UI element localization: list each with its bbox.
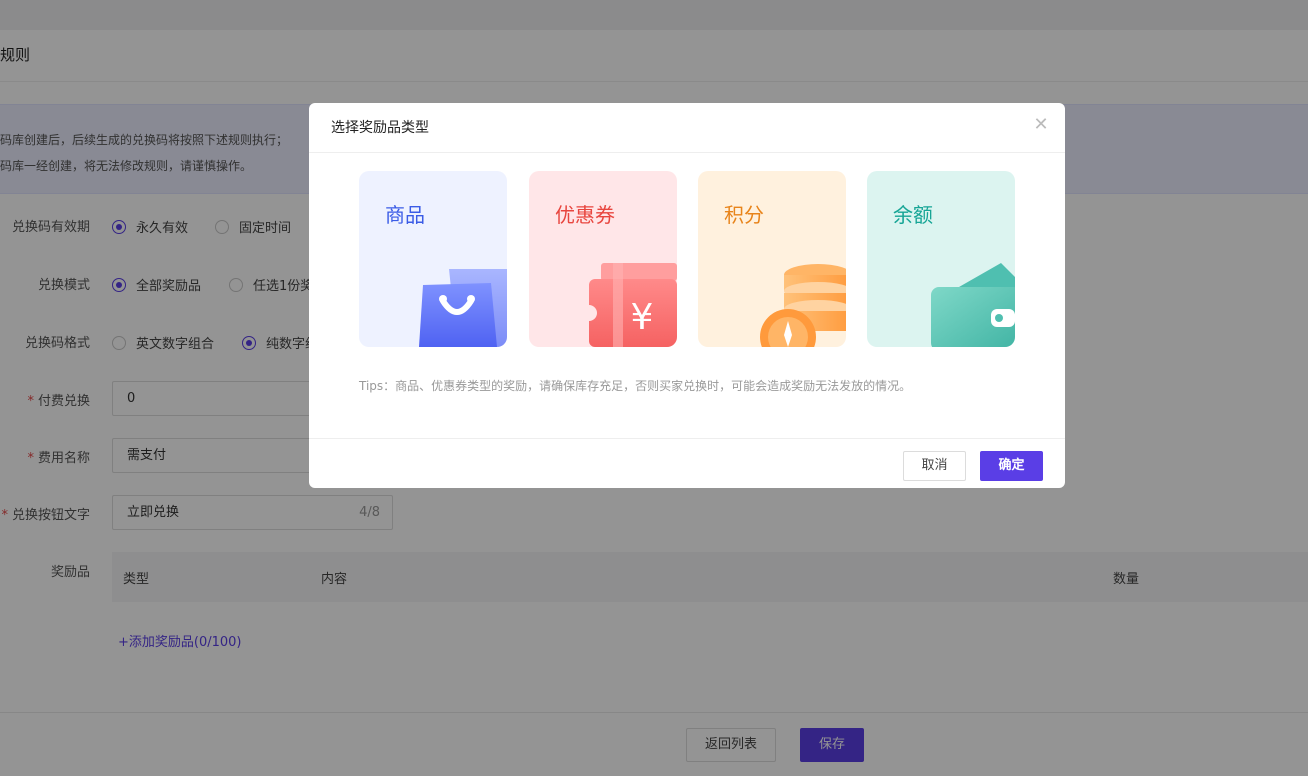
reward-type-label: 商品: [385, 203, 425, 227]
shopping-bag-icon: [419, 269, 507, 347]
svg-text:¥: ¥: [631, 297, 654, 338]
coins-icon: [760, 264, 846, 347]
reward-type-label: 积分: [724, 203, 764, 227]
reward-type-coupon[interactable]: 优惠券 ¥: [529, 171, 677, 347]
cancel-button[interactable]: 取消: [903, 451, 966, 481]
reward-type-product[interactable]: 商品: [359, 171, 507, 347]
reward-type-points[interactable]: 积分: [698, 171, 846, 347]
dialog-footer: 取消 确定: [309, 438, 1065, 488]
reward-type-balance[interactable]: 余额: [867, 171, 1015, 347]
close-icon[interactable]: ✕: [1033, 116, 1049, 134]
confirm-button[interactable]: 确定: [980, 451, 1043, 481]
reward-type-label: 优惠券: [555, 203, 615, 227]
dialog-title: 选择奖励品类型: [331, 120, 429, 136]
dialog-header: 选择奖励品类型 ✕: [309, 103, 1065, 153]
reward-type-dialog: 选择奖励品类型 ✕ 商品 优惠券 ¥ 积分 余额 Tips：商品、优惠券类型的奖…: [309, 103, 1065, 488]
coupon-icon: ¥: [587, 263, 677, 347]
reward-type-label: 余额: [893, 203, 933, 227]
wallet-icon: [931, 263, 1015, 347]
tips-text: Tips：商品、优惠券类型的奖励，请确保库存充足，否则买家兑换时，可能会造成奖励…: [359, 379, 912, 393]
